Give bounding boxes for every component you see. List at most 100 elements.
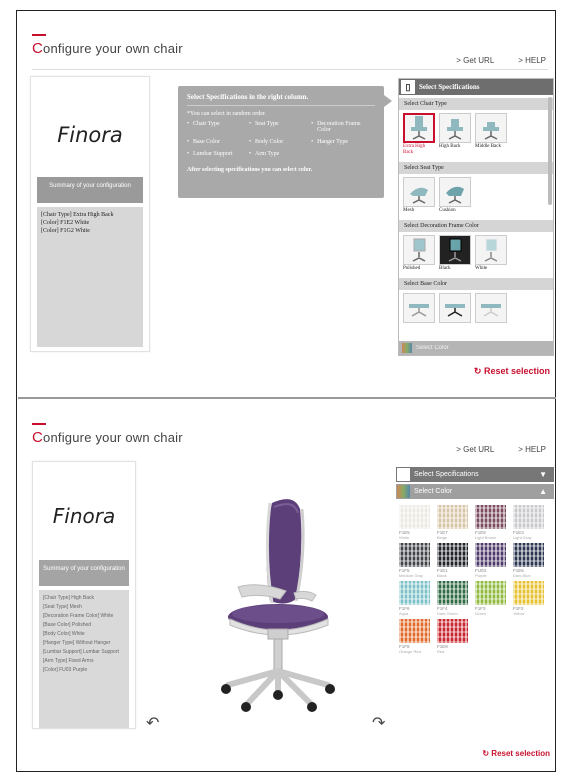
section-base-color: Select Base Color bbox=[399, 278, 553, 290]
rotate-left-icon[interactable]: ↶ bbox=[146, 713, 159, 733]
color-swatch[interactable]: F1F5 Medium Gray bbox=[399, 543, 430, 578]
palette-icon bbox=[397, 485, 410, 498]
reset-label: Reset selection bbox=[491, 749, 550, 758]
title-accent-line bbox=[32, 34, 46, 36]
option-cushion[interactable]: Cushion bbox=[439, 177, 471, 214]
color-swatch[interactable]: F1F3 Green bbox=[475, 581, 506, 616]
instruction-note: *You can select in random order. bbox=[187, 111, 267, 117]
swatch-name: White bbox=[399, 535, 410, 540]
help-link[interactable]: > HELP bbox=[518, 56, 546, 65]
summary-list: [Chair Type] High Back [Seat Type] Mesh … bbox=[39, 590, 129, 728]
swatch-name: Beige bbox=[437, 535, 448, 540]
get-url-link[interactable]: > Get URL bbox=[456, 445, 494, 454]
configurator-step-specifications: Configure your own chair > Get URL > HEL… bbox=[18, 12, 556, 392]
color-swatch[interactable]: F1E6 Dark Blue bbox=[513, 543, 544, 578]
get-url-link[interactable]: > Get URL bbox=[456, 56, 494, 65]
spec-item: Hanger Type bbox=[311, 139, 373, 145]
color-swatch[interactable]: F1F2 Yellow bbox=[513, 581, 544, 616]
option-base-2[interactable] bbox=[439, 293, 471, 323]
color-swatch[interactable]: F1E5 White bbox=[399, 505, 430, 540]
section-seat-type: Select Seat Type bbox=[399, 162, 553, 174]
summary-line: [Color] F1G2 White bbox=[41, 228, 90, 234]
option-base-3[interactable] bbox=[475, 293, 507, 323]
summary-line: [Chair Type] High Back bbox=[43, 595, 95, 601]
swatch-name: Medium Gray bbox=[399, 573, 424, 578]
reset-selection-button[interactable]: ↻ Reset selection bbox=[474, 366, 550, 377]
option-black[interactable]: Black bbox=[439, 235, 471, 272]
summary-line: [Body Color] White bbox=[43, 631, 85, 637]
color-swatch[interactable]: F1E8 Light Brown bbox=[475, 505, 506, 540]
swatch-fabric bbox=[513, 543, 544, 567]
chair-thumbnail bbox=[475, 113, 507, 143]
color-swatch[interactable]: F1E1 Black bbox=[437, 543, 468, 578]
option-middle-back[interactable]: Middle Back bbox=[475, 113, 507, 156]
option-high-back[interactable]: High Back bbox=[439, 113, 471, 156]
option-mesh[interactable]: Mesh bbox=[403, 177, 435, 214]
chair-preview-image bbox=[198, 491, 358, 720]
summary-line: [Arm Type] Fixed Arms bbox=[43, 658, 94, 664]
color-swatch[interactable]: F1F4 Dark Green bbox=[437, 581, 468, 616]
swatch-fabric bbox=[475, 543, 506, 567]
spec-panel-header[interactable]: Select Specifications ▼ bbox=[396, 467, 554, 482]
chair-thumbnail bbox=[439, 113, 471, 143]
option-polished[interactable]: Polished bbox=[403, 235, 435, 272]
section-frame-color: Select Decoration Frame Color bbox=[399, 220, 553, 232]
color-swatch[interactable]: F1E9 Red bbox=[437, 619, 468, 654]
chair-thumbnail bbox=[403, 293, 435, 323]
chair-thumbnail bbox=[403, 235, 435, 265]
chair-thumbnail bbox=[439, 235, 471, 265]
option-white[interactable]: White bbox=[475, 235, 507, 272]
swatch-fabric bbox=[437, 505, 468, 529]
scrollbar[interactable] bbox=[548, 97, 552, 205]
option-caption: Polished bbox=[403, 266, 421, 271]
title-initial: C bbox=[32, 429, 44, 446]
title-accent-line bbox=[32, 423, 46, 425]
summary-header: Summary of your configuration bbox=[39, 560, 129, 586]
option-caption: Cushion bbox=[439, 208, 456, 213]
option-caption: Mesh bbox=[403, 208, 415, 213]
swatch-name: Aqua bbox=[399, 611, 409, 616]
option-caption: Middle Back bbox=[475, 144, 501, 149]
color-swatch[interactable]: FU03 Purple bbox=[475, 543, 506, 578]
base-color-options bbox=[399, 290, 553, 326]
select-color-label: Select Color bbox=[416, 345, 449, 351]
summary-header-text: Summary of your configuration bbox=[49, 183, 131, 189]
color-swatch[interactable]: F1E7 Beige bbox=[437, 505, 468, 540]
swatch-fabric bbox=[513, 581, 544, 605]
header-divider bbox=[32, 69, 548, 70]
option-base-1[interactable] bbox=[403, 293, 435, 323]
summary-list: [Chair Type] Extra High Back [Color] F1E… bbox=[37, 207, 143, 347]
swatch-fabric bbox=[399, 505, 430, 529]
swatch-fabric bbox=[399, 619, 430, 643]
swatch-fabric bbox=[437, 581, 468, 605]
option-extra-high-back[interactable]: Extra High Back bbox=[403, 113, 435, 156]
swatch-fabric bbox=[437, 543, 468, 567]
spec-panel-title: Select Specifications bbox=[414, 471, 479, 478]
section-chair-type: Select Chair Type bbox=[399, 98, 553, 110]
reset-label: Reset selection bbox=[483, 366, 550, 376]
reset-selection-button[interactable]: ↻ Reset selection bbox=[482, 749, 550, 758]
page-title: Configure your own chair bbox=[32, 34, 183, 57]
rotate-right-icon[interactable]: ↷ bbox=[372, 713, 385, 733]
color-swatch[interactable]: F1E3 Light Gray bbox=[513, 505, 544, 540]
swatch-name: Light Gray bbox=[513, 535, 532, 540]
select-color-bar[interactable]: Select Color bbox=[399, 341, 553, 355]
swatch-name: Dark Blue bbox=[513, 573, 531, 578]
option-caption: Black bbox=[439, 266, 451, 271]
spec-item: Base Color bbox=[187, 139, 249, 145]
spec-panel-header[interactable]: ▯ Select Specifications bbox=[399, 79, 553, 95]
chevron-up-icon: ▲ bbox=[539, 487, 547, 496]
summary-card: Finora Summary of your configuration [Ch… bbox=[32, 461, 136, 729]
summary-line: [Base Color] Polished bbox=[43, 622, 92, 628]
color-swatch[interactable]: F1F8 Orange Red bbox=[399, 619, 430, 654]
tooltip-arrow bbox=[384, 95, 392, 107]
chair-icon: ▯ bbox=[401, 80, 415, 94]
summary-line: [Color] FU03 Purple bbox=[43, 667, 88, 673]
chevron-down-icon: ▼ bbox=[539, 470, 547, 479]
color-panel-header[interactable]: Select Color ▲ bbox=[396, 484, 554, 499]
spec-item: Decoration Frame Color bbox=[311, 121, 373, 133]
color-swatch[interactable]: F1F6 Aqua bbox=[399, 581, 430, 616]
swatch-fabric bbox=[513, 505, 544, 529]
help-link[interactable]: > HELP bbox=[518, 445, 546, 454]
reset-icon: ↻ bbox=[482, 749, 490, 758]
